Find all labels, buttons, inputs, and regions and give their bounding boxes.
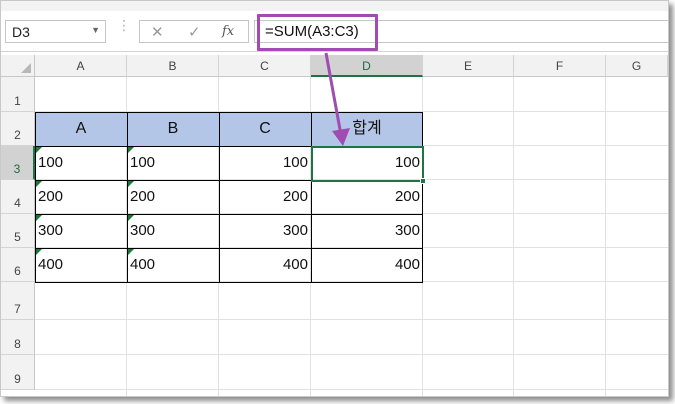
spreadsheet-window: D3 ▼ ⋮ ✕ ✓ fx =SUM(A3:C3) A B C D E F G … (0, 0, 669, 397)
annotation-arrow-icon (324, 52, 350, 146)
